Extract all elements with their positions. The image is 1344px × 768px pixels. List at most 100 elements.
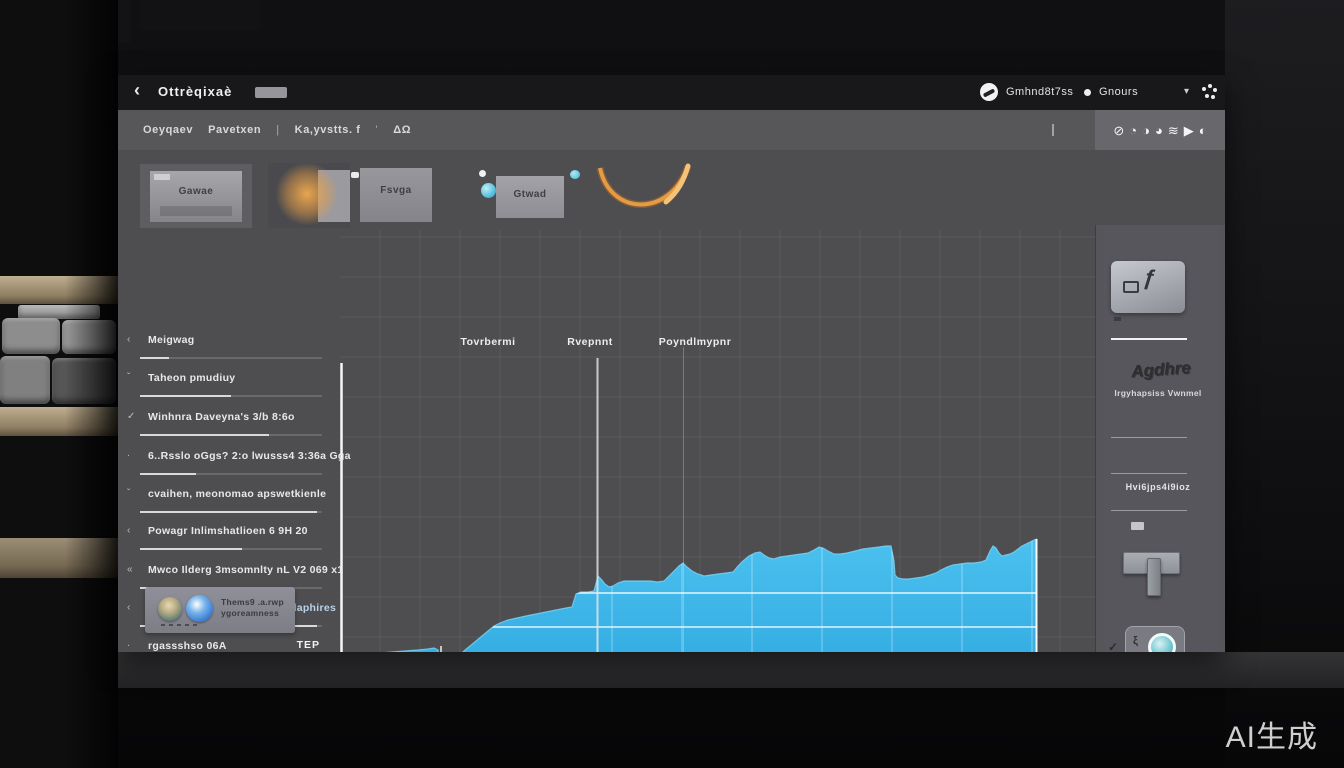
thumbnail-card-4[interactable]: Gtwad: [496, 176, 564, 218]
item-label: Meigwag: [148, 334, 194, 346]
progress-icon[interactable]: ◕: [1155, 124, 1163, 137]
thumbnail-label: Gtwad: [496, 189, 564, 200]
card-dashes: [161, 624, 201, 626]
white-marker: [351, 172, 359, 178]
shelf-shadow: [0, 0, 118, 768]
token-icon-olive[interactable]: [158, 597, 182, 621]
item-progress: [140, 473, 322, 475]
play-icon[interactable]: ▶: [1184, 124, 1194, 137]
thumbnail-strip: [160, 206, 232, 216]
item-progress: [140, 434, 322, 436]
t-handle-grip[interactable]: [1147, 558, 1161, 596]
token-icon-blue[interactable]: [186, 595, 213, 622]
content-area: TovrbermiRvepnntPoyndlmypnr6OCHMOHMODRMO…: [118, 150, 1225, 652]
sidebar-item-2[interactable]: ✓ Winhnra Daveyna's 3/b 8:6o: [118, 410, 340, 426]
cyan-badge-icon[interactable]: [481, 183, 496, 198]
item-glyph: ∙: [127, 640, 130, 651]
divider: [1111, 338, 1187, 340]
halftone-icon[interactable]: ◐: [1199, 124, 1207, 137]
item-glyph: ∙: [127, 450, 130, 461]
title-badge: [255, 87, 287, 98]
sidebar-item-5[interactable]: ‹ Powagr Inlimshatlioen 6 9H 20: [118, 524, 340, 540]
chevron-down-icon[interactable]: ▾: [1184, 86, 1189, 97]
divider: [1111, 437, 1187, 438]
item-label: Winhnra Daveyna's 3/b 8:6o: [148, 411, 295, 423]
item-progress: [140, 357, 322, 359]
preview-card[interactable]: ƒ: [1111, 261, 1185, 313]
timer-icon[interactable]: ◔: [1129, 124, 1137, 137]
account-name-label[interactable]: Gmhnd8t7ss: [1006, 86, 1073, 98]
item-progress: [140, 395, 322, 397]
sidebar-item-8[interactable]: ∙rgassshso 06ATEP: [118, 639, 340, 652]
tab-strip: Oeyqaev Pavetxen | Ka,yvstts. f ' ΔΩ: [143, 110, 411, 150]
orange-glow: [276, 163, 338, 225]
tab-0[interactable]: Oeyqaev: [143, 124, 193, 136]
item-glyph: ‹: [127, 525, 130, 536]
chart-header-label: Rvepnnt: [567, 336, 613, 348]
toolbar-icon-panel: ⊘ ◔ ◑ ◕ ≋ ▶ ◐: [1095, 110, 1225, 150]
item-glyph: ˇ: [127, 372, 130, 383]
item-progress: [140, 511, 322, 513]
code-label: Hvi6jps4i9ioz: [1101, 482, 1215, 492]
wooden-shelf: [0, 0, 118, 768]
item-label: Taheon pmudiuy: [148, 372, 235, 384]
chart-header-label: Poyndlmypnr: [659, 336, 732, 348]
status-dot-icon: [1084, 89, 1091, 96]
sidebar-item-0[interactable]: ‹ Meigwag: [118, 333, 340, 349]
chart-area-series: [345, 539, 1037, 652]
right-sidebar: ƒ Agdhre Irgyhapsiss Vwnmel Hvi6jps4i9io…: [1095, 225, 1225, 652]
tab-1[interactable]: Pavetxen: [208, 124, 261, 136]
paw-dots-icon[interactable]: [1202, 87, 1206, 91]
check-icon: ✓: [1108, 640, 1118, 652]
thumbnail-card-3[interactable]: Fsvga: [360, 168, 432, 222]
item-label: 6..Rsslo oGgs? 2:o lwusss4 3:36a Gga: [148, 450, 351, 462]
thumbnail-label: Gawae: [150, 186, 242, 197]
divider: [1111, 510, 1187, 511]
text-cursor: [1052, 124, 1054, 136]
contrast-icon[interactable]: ◑: [1142, 124, 1150, 137]
card-rect-glyph: [1123, 281, 1139, 293]
waves-icon[interactable]: ≋: [1168, 124, 1179, 137]
watermark: AI生成: [1226, 712, 1318, 756]
area-chart[interactable]: TovrbermiRvepnntPoyndlmypnr6OCHMOHMODRMO…: [340, 230, 1095, 652]
item-right-label: TEP: [297, 639, 320, 651]
sidebar-item-3[interactable]: ∙6..Rsslo oGgs? 2:o lwusss4 3:36a Gga: [118, 449, 340, 465]
signature-caption: Irgyhapsiss Vwnmel: [1101, 388, 1215, 398]
sidebar-item-4[interactable]: ˇ cvaihen, meonomao apswetkienle: [118, 487, 340, 503]
tab-5[interactable]: ΔΩ: [393, 124, 411, 136]
block-icon[interactable]: ⊘: [1113, 124, 1124, 137]
thumbnail-label: Fsvga: [360, 185, 432, 196]
item-progress: [140, 548, 322, 550]
card-script-glyph: ƒ: [1142, 264, 1157, 291]
tab-3[interactable]: Ka,yvstts. f: [295, 124, 361, 136]
item-glyph: ✓: [127, 411, 135, 422]
rune-panel[interactable]: ξ ζ: [1125, 626, 1185, 652]
leaf-badge-icon[interactable]: [980, 83, 998, 101]
thumbnail-tab: [154, 174, 170, 180]
orb-icon-small[interactable]: [1148, 633, 1176, 652]
back-icon[interactable]: ‹: [134, 80, 140, 101]
sidebar-bottom-card[interactable]: Thems9 .a.rwp ygoreamness: [145, 587, 295, 633]
window-shadow-band: [118, 652, 1344, 688]
item-glyph: ‹: [127, 334, 130, 345]
tab-bar: Oeyqaev Pavetxen | Ka,yvstts. f ' ΔΩ ⊘ ◔ ◑ ◕ ≋ ▶ ◐: [118, 110, 1225, 150]
item-label: cvaihen, meonomao apswetkienle: [148, 488, 326, 500]
chart-header-label: Tovrbermi: [460, 336, 515, 348]
item-glyph: ˇ: [127, 488, 130, 499]
cyan-dot-icon: [570, 170, 580, 179]
account-status-label[interactable]: Gnours: [1099, 86, 1138, 98]
thumbnail-card-2[interactable]: [268, 163, 350, 228]
sidebar-item-6[interactable]: «Mwco Ilderg 3msomnlty nL V2 069 x1: [118, 563, 340, 579]
sidebar-item-1[interactable]: ˇ Taheon pmudiuy: [118, 371, 340, 387]
item-glyph: «: [127, 564, 133, 575]
screenshot-stage: ‹ Ottrèqixaè Gmhnd8t7ss Gnours ▾ Oeyqaev…: [0, 0, 1344, 768]
item-label: Powagr Inlimshatlioen 6 9H 20: [148, 525, 308, 537]
card-text: Thems9 .a.rwp ygoreamness: [221, 597, 284, 619]
window-title: Ottrèqixaè: [158, 84, 232, 99]
rune-glyph-a: ξ: [1133, 635, 1138, 647]
card-tick: [1114, 317, 1121, 321]
item-glyph: ‹: [127, 602, 130, 613]
tab-separator: |: [276, 124, 279, 136]
thumbnail-curve-5[interactable]: [588, 160, 700, 230]
tab-separator: ': [376, 124, 379, 136]
